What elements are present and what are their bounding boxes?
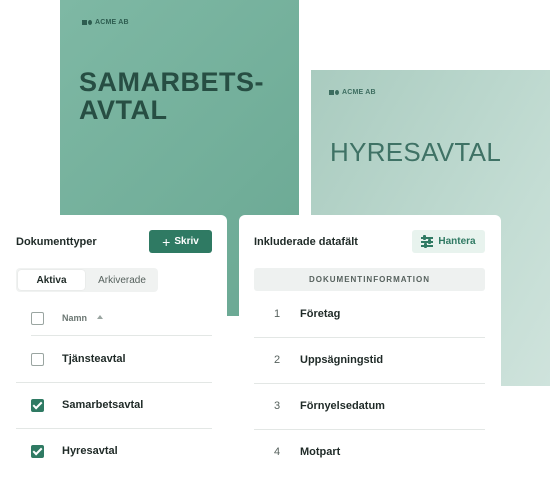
manage-button-label: Hantera — [438, 236, 476, 247]
sort-ascending-icon[interactable] — [97, 315, 103, 319]
field-label: Motpart — [300, 446, 341, 458]
field-row[interactable]: 3 Förnyelsedatum — [254, 383, 485, 430]
field-number: 4 — [274, 446, 281, 458]
row-label: Samarbetsavtal — [62, 399, 144, 411]
logo-mark-icon — [329, 90, 339, 95]
field-number: 3 — [274, 400, 281, 412]
row-label: Hyresavtal — [62, 445, 118, 457]
field-row[interactable]: 4 Motpart — [254, 429, 485, 475]
tab-active[interactable]: Aktiva — [18, 270, 85, 290]
table-row[interactable]: Hyresavtal — [16, 428, 212, 474]
row-checkbox[interactable] — [31, 353, 44, 366]
panel-title: Inkluderade datafält — [254, 236, 358, 248]
column-name-header[interactable]: Namn — [62, 313, 87, 323]
cover-title-line: AVTAL — [79, 95, 168, 125]
field-row[interactable]: 1 Företag — [254, 291, 485, 338]
row-label: Tjänsteavtal — [62, 353, 126, 365]
plus-icon: + — [162, 233, 171, 250]
field-label: Förnyelsedatum — [300, 400, 385, 412]
brand-logo: ACME AB — [82, 19, 129, 26]
row-checkbox[interactable] — [31, 445, 44, 458]
write-button-label: Skriv — [174, 236, 199, 247]
sliders-icon — [421, 235, 434, 248]
status-tabs: Aktiva Arkiverade — [16, 268, 158, 292]
field-label: Företag — [300, 308, 341, 320]
field-row[interactable]: 2 Uppsägningstid — [254, 337, 485, 384]
write-button[interactable]: + Skriv — [149, 230, 212, 253]
cover-title: HYRESAVTAL — [330, 137, 502, 167]
manage-button[interactable]: Hantera — [412, 230, 485, 253]
cover-title-line: SAMARBETS- — [79, 67, 264, 97]
table-header — [31, 311, 212, 336]
table-row[interactable]: Samarbetsavtal — [16, 382, 212, 429]
panel-title: Dokumenttyper — [16, 236, 97, 248]
field-label: Uppsägningstid — [300, 354, 384, 366]
field-number: 2 — [274, 354, 281, 366]
select-all-checkbox[interactable] — [31, 312, 44, 325]
logo-mark-icon — [82, 20, 92, 25]
brand-text: ACME AB — [95, 19, 129, 26]
section-header: DOKUMENTINFORMATION — [254, 268, 485, 291]
field-number: 1 — [274, 308, 281, 320]
table-row[interactable]: Tjänsteavtal — [16, 336, 212, 383]
tab-archived[interactable]: Arkiverade — [88, 270, 156, 290]
brand-text: ACME AB — [342, 89, 376, 96]
brand-logo: ACME AB — [329, 89, 376, 96]
cover-title: SAMARBETS- AVTAL — [79, 68, 264, 124]
row-checkbox[interactable] — [31, 399, 44, 412]
